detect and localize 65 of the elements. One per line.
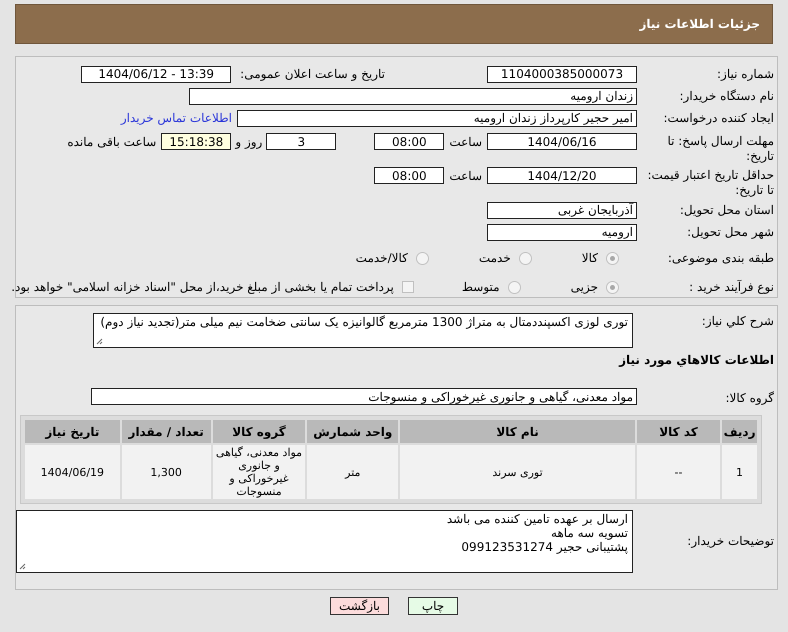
field-label: مهلت ارسال پاسخ: تا تاریخ: xyxy=(666,133,775,164)
field-label: شهر محل تحویل: xyxy=(686,225,775,239)
checkbox[interactable] xyxy=(402,281,414,293)
field-label: گروه کالا: xyxy=(724,391,775,405)
radio-button[interactable] xyxy=(606,280,619,294)
field-label: طبقه بندی موضوعی: xyxy=(666,251,775,265)
field-label: ساعت xyxy=(449,168,482,182)
resize-grip-icon[interactable] xyxy=(19,562,26,570)
field-label: روز و xyxy=(235,134,262,148)
input-field[interactable]: 3 xyxy=(266,133,336,150)
checkbox-label: پرداخت تمام یا بخشی از مبلغ خرید،از محل "اسناد خزانه اسلامی" خواهد بود. xyxy=(11,280,394,294)
field-label: ساعت باقی مانده xyxy=(67,134,156,148)
column-header: گروه کالا xyxy=(212,420,306,443)
print-button[interactable]: چاپ xyxy=(408,597,458,615)
radio-button[interactable] xyxy=(606,252,619,264)
input-field[interactable]: زندان ارومیه xyxy=(189,88,637,104)
table-cell: مواد معدنی، گیاهی و جانوری غیرخوراکی و منسوجات xyxy=(212,445,306,499)
input-field[interactable]: 08:00 xyxy=(374,167,444,184)
table-cell: 1 xyxy=(722,445,757,499)
field-label: شرح کلي نياز: xyxy=(700,313,775,329)
table-cell: 1404/06/19 xyxy=(25,445,120,499)
radio-button[interactable] xyxy=(508,280,521,294)
radio-button[interactable] xyxy=(518,252,532,264)
input-field[interactable]: 1104000385000073 xyxy=(487,66,637,82)
radio-label: خدمت xyxy=(478,251,511,265)
input-field[interactable]: امیر حجیر کارپرداز زندان ارومیه xyxy=(237,110,637,126)
field-label: حداقل تاریخ اعتبار قیمت: تا تاریخ: xyxy=(646,167,775,198)
radio-label: جزیی xyxy=(570,280,598,294)
input-field[interactable]: مواد معدنی، گیاهی و جانوری غیرخوراکی و منسوجات xyxy=(91,388,637,405)
column-header: ردیف xyxy=(722,420,757,443)
field-label: نام دستگاه خریدار: xyxy=(678,89,775,103)
radio-label: متوسط xyxy=(462,280,500,294)
column-header: واحد شمارش xyxy=(307,420,398,443)
radio-label: کالا xyxy=(582,251,598,265)
description-textarea[interactable]: توری لوزی اکسپنددمتال به متراژ 1300 مترمربع گالوانیزه یک سانتی ضخامت نیم میلی متر(تجدید نیاز دوم) xyxy=(93,313,633,348)
table-cell: 1,300 xyxy=(122,445,211,499)
field-label: ایجاد کننده درخواست: xyxy=(662,111,775,125)
input-field[interactable]: ارومیه xyxy=(487,224,637,240)
input-field[interactable]: 1404/06/16 xyxy=(487,133,637,150)
table-cell: توری سرند xyxy=(400,445,635,499)
field-label: شماره نیاز: xyxy=(716,67,775,81)
field-label: استان محل تحویل: xyxy=(678,203,775,217)
buyer-notes-textarea[interactable]: ارسال بر عهده تامین کننده می باشد تسویه سه ماهه پشتیبانی حجیر 099123531274 xyxy=(16,510,633,572)
input-field[interactable]: 1404/12/20 xyxy=(487,167,637,184)
section-heading: اطلاعات کالاهاي مورد نياز xyxy=(619,353,774,367)
field-label: توضیحات خریدار: xyxy=(686,534,775,548)
resize-grip-icon[interactable] xyxy=(96,338,103,345)
radio-label: کالا/خدمت xyxy=(356,251,408,265)
input-field[interactable]: آذربایجان غربی xyxy=(487,202,637,218)
input-field[interactable]: 15:18:38 xyxy=(161,133,232,150)
field-label: ساعت xyxy=(449,134,482,148)
field-label: نوع فرآیند خرید : xyxy=(688,280,775,294)
table-cell: -- xyxy=(636,445,720,499)
contact-link[interactable]: اطلاعات تماس خریدار xyxy=(120,111,232,125)
column-header: تعداد / مقدار xyxy=(122,420,211,443)
input-field[interactable]: 1404/06/12 - 13:39 xyxy=(81,66,232,82)
back-button[interactable]: بازگشت xyxy=(330,597,389,615)
radio-button[interactable] xyxy=(416,252,429,264)
field-label: تاریخ و ساعت اعلان عمومی: xyxy=(240,67,385,81)
column-header: نام کالا xyxy=(400,420,635,443)
input-field[interactable]: 08:00 xyxy=(374,133,444,150)
column-header: تاریخ نیاز xyxy=(25,420,120,443)
column-header: کد کالا xyxy=(636,420,720,443)
page-title: جزئیات اطلاعات نیاز xyxy=(639,17,760,31)
table-cell: متر xyxy=(307,445,398,499)
